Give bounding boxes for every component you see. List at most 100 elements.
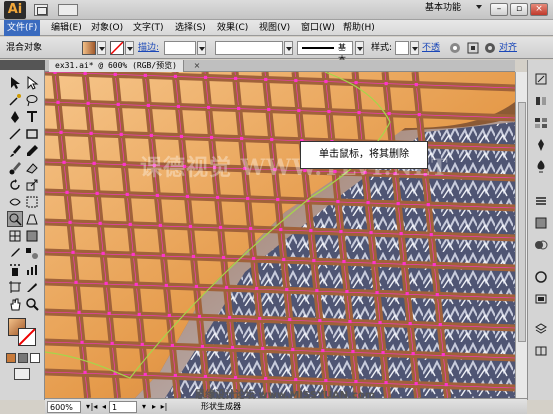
anchor-point[interactable] [351,349,355,354]
anchor-point[interactable] [95,191,99,195]
anchor-point[interactable] [209,135,214,140]
anchor-point[interactable] [369,230,373,235]
anchor-point[interactable] [185,194,190,199]
anchor-point[interactable] [288,317,292,322]
chevron-down-icon[interactable] [476,5,482,9]
width-icon[interactable] [8,195,22,209]
pen-icon[interactable] [8,110,22,124]
anchor-point[interactable] [435,292,439,297]
zoom-field[interactable]: 600% [47,401,81,413]
slice-icon[interactable] [25,280,39,294]
anchor-point[interactable] [230,345,235,350]
anchor-point[interactable] [252,256,256,261]
anchor-point[interactable] [294,78,298,83]
anchor-point[interactable] [348,319,352,324]
shape-builder-icon[interactable] [7,211,23,227]
anchor-point[interactable] [221,255,226,260]
anchor-point[interactable] [339,229,343,234]
anchor-point[interactable] [83,72,87,75]
graph-icon[interactable] [25,263,39,277]
gradient-icon[interactable] [25,229,39,243]
anchor-point[interactable] [384,380,388,385]
perspective-icon[interactable] [25,212,39,226]
anchor-point[interactable] [74,280,78,284]
stroke-color-swatch[interactable] [18,328,36,346]
rotate-icon[interactable] [8,178,22,192]
color-mode-icon[interactable] [6,353,16,363]
anchor-point[interactable] [240,136,244,141]
variable-width-dropdown[interactable] [284,41,293,55]
brush-definition-field[interactable]: 基本 [297,41,353,64]
anchor-point[interactable] [384,81,388,86]
anchor-point[interactable] [83,370,87,374]
anchor-point[interactable] [246,196,250,201]
anchor-point[interactable] [173,373,177,378]
anchor-point[interactable] [321,348,325,353]
anchor-point[interactable] [258,316,262,321]
anchor-point[interactable] [59,130,63,134]
anchor-point[interactable] [285,287,289,292]
artboard-icon[interactable] [8,280,22,294]
opacity-link[interactable]: 不透 [422,42,440,54]
layers-icon[interactable] [534,322,548,336]
anchor-point[interactable] [86,101,90,105]
anchor-point[interactable] [270,137,274,142]
anchor-point[interactable] [200,344,205,349]
anchor-point[interactable] [128,222,132,226]
close-icon[interactable]: × [192,61,202,71]
anchor-point[interactable] [62,160,66,164]
anchor-point[interactable] [309,228,313,233]
anchor-point[interactable] [312,258,316,263]
anchor-point[interactable] [375,290,379,295]
anchor-point[interactable] [327,109,331,114]
anchor-point[interactable] [53,72,57,74]
anchor-point[interactable] [131,252,135,256]
gear-icon[interactable] [483,41,497,55]
anchor-point[interactable] [291,347,295,352]
anchor-point[interactable] [336,199,340,204]
lasso-icon[interactable] [25,93,39,107]
anchor-point[interactable] [125,192,129,196]
fill-swatch[interactable] [82,41,96,55]
vertical-scrollbar[interactable] [515,72,527,398]
recolor-icon[interactable] [448,41,462,55]
blob-brush-icon[interactable] [8,161,22,175]
direct-selection-icon[interactable] [25,76,39,90]
workspace-switcher[interactable]: 基本功能 [425,2,461,15]
eraser-icon[interactable] [25,161,39,175]
isolate-icon[interactable] [466,41,480,55]
graphic-style-dropdown[interactable] [410,41,419,55]
anchor-point[interactable] [203,374,208,379]
stroke-swatch[interactable] [110,41,124,55]
status-text[interactable]: 形状生成器 [201,401,241,413]
first-artboard-button[interactable]: |◂ [89,401,99,413]
anchor-point[interactable] [249,226,253,231]
anchor-point[interactable] [429,232,433,237]
anchor-point[interactable] [176,104,181,109]
paintbrush-icon[interactable] [8,144,22,158]
artboard-number-field[interactable]: 1 [109,401,137,413]
variable-width-field[interactable] [215,41,283,55]
anchor-point[interactable] [119,132,123,136]
anchor-point[interactable] [224,285,229,290]
anchor-point[interactable] [345,289,349,294]
artboards-icon[interactable] [534,344,548,358]
anchor-point[interactable] [71,250,75,254]
gradient-mode-icon[interactable] [18,353,28,363]
align-link[interactable]: 对齐 [499,42,517,54]
anchor-point[interactable] [158,223,162,228]
anchor-point[interactable] [354,80,358,85]
screen-mode-icon[interactable] [14,368,30,380]
anchor-point[interactable] [432,262,436,267]
anchor-point[interactable] [438,322,442,327]
anchor-point[interactable] [354,379,358,384]
anchor-point[interactable] [408,321,412,326]
rectangle-icon[interactable] [25,127,39,141]
anchor-point[interactable] [146,103,150,108]
menu-object[interactable]: 对象(O) [88,20,126,36]
anchor-point[interactable] [441,352,445,357]
anchor-point[interactable] [77,310,81,314]
anchor-point[interactable] [405,291,409,296]
stroke-weight-field[interactable] [164,41,196,55]
menu-help[interactable]: 帮助(H) [340,20,378,36]
